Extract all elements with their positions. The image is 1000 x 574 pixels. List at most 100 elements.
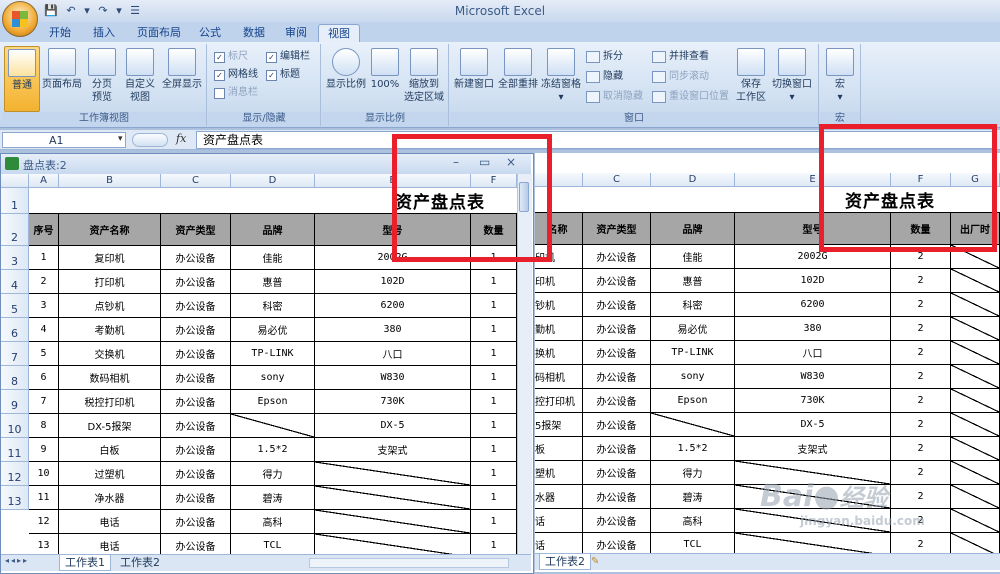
table-cell[interactable]: 6 — [29, 366, 59, 390]
column-header[interactable]: C — [161, 174, 231, 188]
tab-review[interactable]: 审阅 — [276, 24, 316, 42]
table-cell[interactable]: 勤机 — [535, 317, 583, 341]
row-header[interactable]: 8 — [1, 366, 29, 390]
header-cell[interactable]: 品牌 — [231, 214, 315, 246]
table-cell[interactable]: 办公设备 — [161, 414, 231, 438]
table-cell[interactable]: 办公设备 — [161, 270, 231, 294]
table-cell[interactable]: 2 — [891, 317, 951, 341]
table-cell[interactable]: 碧涛 — [651, 485, 735, 509]
table-cell[interactable]: 八口 — [315, 342, 471, 366]
table-cell[interactable]: 1 — [471, 510, 517, 534]
table-cell[interactable]: 7 — [29, 390, 59, 414]
row-header[interactable]: 10 — [1, 414, 29, 438]
table-cell[interactable]: 730K — [315, 390, 471, 414]
table-cell[interactable]: 科密 — [651, 293, 735, 317]
table-cell[interactable]: 得力 — [651, 461, 735, 485]
table-cell[interactable]: 复印机 — [59, 246, 161, 270]
table-cell[interactable]: 3 — [29, 294, 59, 318]
save-icon[interactable]: 💾 — [44, 4, 58, 18]
insert-function-icon[interactable]: fx — [176, 132, 186, 145]
hide-button[interactable]: 隐藏 — [586, 70, 623, 84]
name-box[interactable]: A1 — [2, 132, 126, 148]
table-cell[interactable]: 惠普 — [231, 270, 315, 294]
table-cell[interactable]: DX-5 — [735, 413, 891, 437]
row-header[interactable]: 9 — [1, 390, 29, 414]
table-cell[interactable]: 交换机 — [59, 342, 161, 366]
sheet-nav-icon[interactable]: ◂◂▸▸ — [5, 556, 29, 565]
formula-bar-checkbox[interactable]: ✓ 编辑栏 — [266, 50, 310, 64]
table-cell[interactable]: 102D — [315, 270, 471, 294]
table-cell[interactable]: 考勤机 — [59, 318, 161, 342]
table-cell[interactable]: 1 — [471, 294, 517, 318]
table-cell[interactable]: 办公设备 — [583, 269, 651, 293]
table-cell[interactable]: 办公设备 — [583, 245, 651, 269]
custom-views-button[interactable]: 自定义 视图 — [122, 46, 158, 104]
table-cell[interactable]: 办公设备 — [161, 390, 231, 414]
horizontal-scrollbar[interactable] — [309, 558, 509, 568]
view-side-by-side-button[interactable]: 并排查看 — [652, 50, 709, 64]
row-header[interactable]: 11 — [1, 438, 29, 462]
table-cell[interactable]: 净水器 — [59, 486, 161, 510]
table-cell[interactable]: 2 — [891, 485, 951, 509]
customize-qat-icon[interactable]: ☰ — [128, 4, 142, 18]
row-header[interactable]: 3 — [1, 246, 29, 270]
table-cell[interactable]: 支架式 — [735, 437, 891, 461]
table-cell[interactable] — [651, 413, 735, 437]
header-cell[interactable]: 品牌 — [651, 213, 735, 245]
table-cell[interactable] — [951, 413, 1000, 437]
table-cell[interactable]: 102D — [735, 269, 891, 293]
table-cell[interactable]: 易必优 — [651, 317, 735, 341]
tab-formulas[interactable]: 公式 — [190, 24, 230, 42]
select-all-corner[interactable] — [1, 174, 29, 188]
table-cell[interactable] — [315, 486, 471, 510]
table-cell[interactable]: 9 — [29, 438, 59, 462]
table-cell[interactable]: 办公设备 — [161, 246, 231, 270]
unhide-button[interactable]: 取消隐藏 — [586, 90, 643, 104]
page-break-preview-button[interactable]: 分页 预览 — [86, 46, 118, 104]
table-cell[interactable]: Epson — [231, 390, 315, 414]
table-cell[interactable]: 1 — [471, 438, 517, 462]
table-cell[interactable]: 办公设备 — [161, 462, 231, 486]
table-cell[interactable]: 办公设备 — [161, 318, 231, 342]
table-cell[interactable]: 1 — [29, 246, 59, 270]
table-cell[interactable]: 办公设备 — [583, 389, 651, 413]
table-cell[interactable]: 2 — [891, 437, 951, 461]
table-cell[interactable]: 4 — [29, 318, 59, 342]
table-cell[interactable]: 730K — [735, 389, 891, 413]
tab-insert[interactable]: 插入 — [84, 24, 124, 42]
table-cell[interactable]: 2 — [29, 270, 59, 294]
row-header[interactable]: 4 — [1, 270, 29, 294]
table-cell[interactable] — [951, 341, 1000, 365]
table-cell[interactable]: 8 — [29, 414, 59, 438]
table-cell[interactable]: 10 — [29, 462, 59, 486]
table-cell[interactable]: 高科 — [651, 509, 735, 533]
formula-bar-resizer[interactable] — [132, 133, 168, 147]
insert-sheet-icon[interactable]: ✎ — [591, 556, 599, 567]
table-cell[interactable]: TP-LINK — [231, 342, 315, 366]
table-cell[interactable] — [951, 389, 1000, 413]
table-cell[interactable]: 数码相机 — [59, 366, 161, 390]
table-cell[interactable]: 办公设备 — [161, 294, 231, 318]
switch-windows-button[interactable]: 切换窗口 ▾ — [770, 46, 814, 104]
table-cell[interactable]: 6200 — [315, 294, 471, 318]
table-cell[interactable]: 控打印机 — [535, 389, 583, 413]
redo-icon[interactable]: ↷ — [96, 4, 110, 18]
zoom-button[interactable]: 显示比例 — [324, 46, 368, 91]
save-workspace-button[interactable]: 保存 工作区 — [734, 46, 768, 104]
table-cell[interactable]: 佳能 — [231, 246, 315, 270]
table-cell[interactable] — [951, 365, 1000, 389]
table-cell[interactable]: 2 — [891, 269, 951, 293]
table-cell[interactable]: 1 — [471, 462, 517, 486]
table-cell[interactable]: 1.5*2 — [651, 437, 735, 461]
table-cell[interactable]: 6200 — [735, 293, 891, 317]
gridlines-checkbox[interactable]: ✓ 网格线 — [214, 68, 258, 82]
table-cell[interactable]: 12 — [29, 510, 59, 534]
table-cell[interactable]: 支架式 — [315, 438, 471, 462]
table-cell[interactable]: 办公设备 — [583, 341, 651, 365]
chevron-down-icon[interactable]: ▾ — [118, 134, 123, 144]
row-header[interactable]: 13 — [1, 486, 29, 510]
table-cell[interactable]: 1 — [471, 270, 517, 294]
table-cell[interactable]: 水器 — [535, 485, 583, 509]
table-cell[interactable]: 钞机 — [535, 293, 583, 317]
table-cell[interactable]: 得力 — [231, 462, 315, 486]
